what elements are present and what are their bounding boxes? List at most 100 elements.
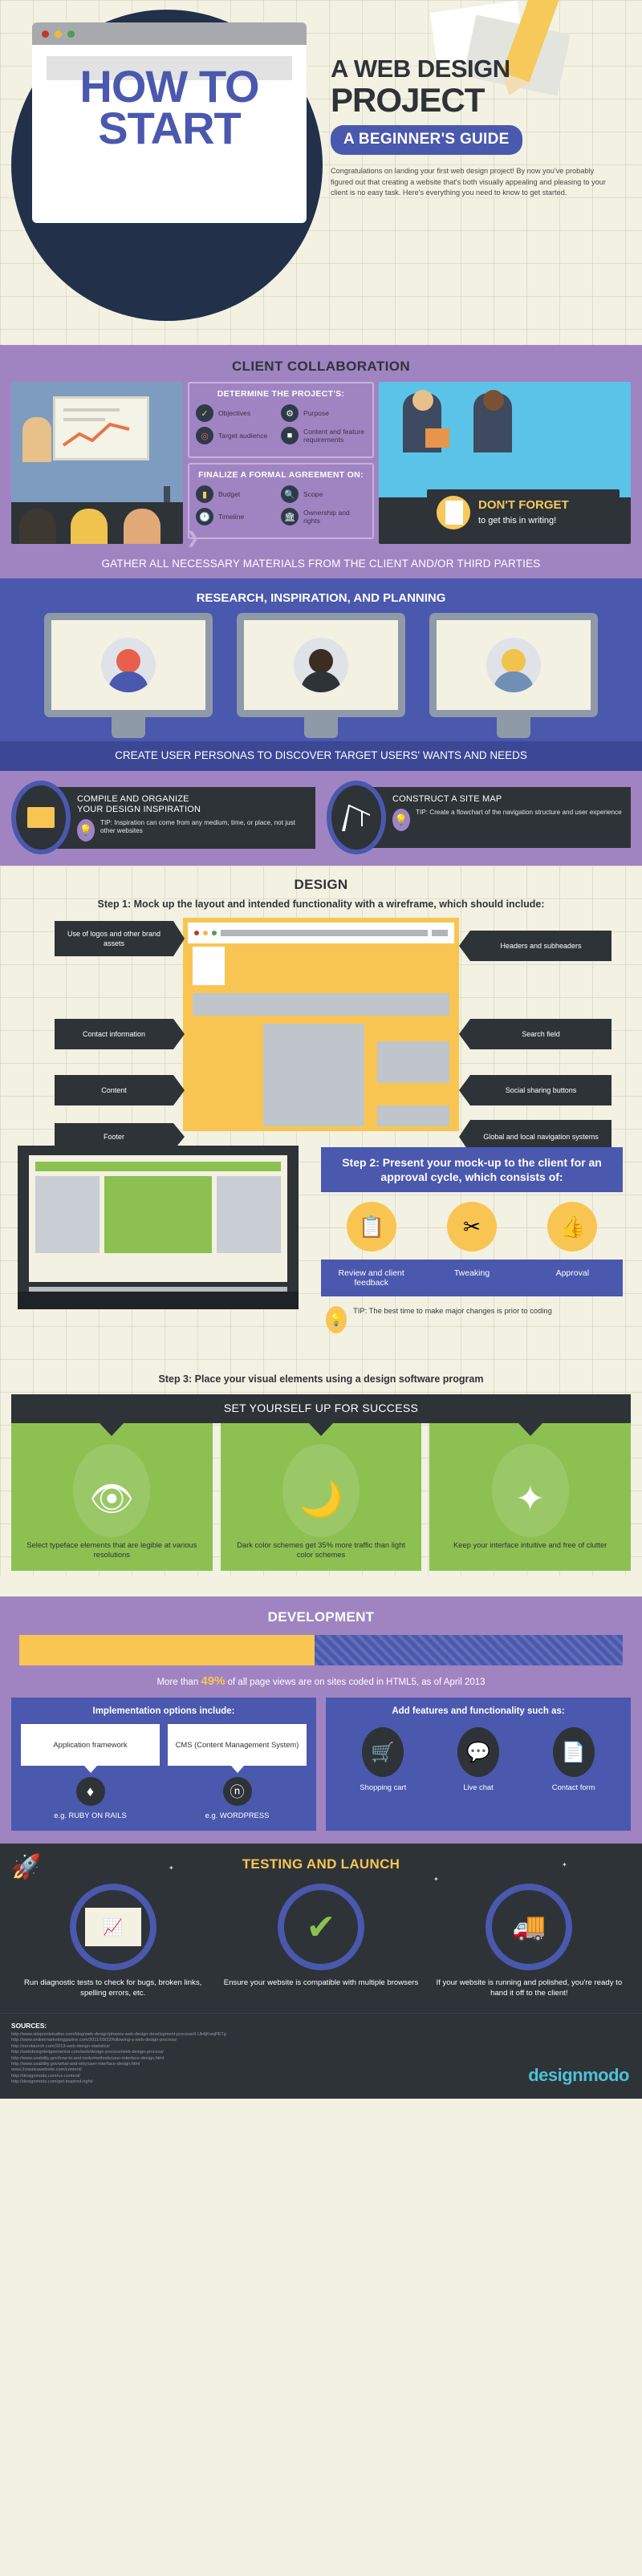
designmodo-logo[interactable]: designmodo: [528, 2065, 629, 2086]
gather-materials-bar: GATHER ALL NECESSARY MATERIALS FROM THE …: [0, 550, 642, 578]
rocket-icon: 🚀: [11, 1854, 42, 1880]
hero-subtitle-block: A WEB DESIGN PROJECT A BEGINNER'S GUIDE …: [331, 56, 631, 199]
check-circle-icon: ✔: [306, 1907, 336, 1947]
progress-remaining: [315, 1635, 623, 1665]
impl-bubble-text: Application framework: [21, 1724, 160, 1766]
finalize-box: FINALIZE A FORMAL AGREEMENT ON: ▮ Budget…: [188, 463, 374, 539]
lightbulb-icon: 💡: [392, 809, 410, 831]
wireframe-tag-right: Headers and subheaders: [459, 931, 612, 961]
browser-titlebar: [32, 22, 307, 45]
features-card: Add features and functionality such as: …: [326, 1698, 631, 1831]
scissors-icon: ✂: [446, 1202, 497, 1251]
eye-icon: 👁: [89, 1479, 135, 1519]
wordpress-icon: ⓝ: [222, 1777, 252, 1806]
approval-step: Tweaking: [421, 1260, 522, 1296]
research-section-title: RESEARCH, INSPIRATION, AND PLANNING: [196, 591, 446, 605]
wf-header-block: [230, 947, 449, 985]
feature-label: Contact form: [551, 1783, 595, 1791]
lightbulb-icon: 💡: [326, 1306, 347, 1333]
source-link[interactable]: http://zerolaunch.com/2013-web-design-st…: [11, 2044, 631, 2050]
inspiration-tip: TIP: Inspiration can come from any mediu…: [100, 818, 295, 835]
wireframe-tag-left: Use of logos and other brand assets: [55, 921, 185, 956]
inspiration-heading-line1: COMPILE AND ORGANIZE: [77, 793, 189, 804]
source-link[interactable]: http://www.sitepointstudios.com/blog/web…: [11, 2032, 631, 2038]
chart-screen-icon: 📈: [84, 1908, 141, 1946]
inspiration-heading-line2: YOUR DESIGN INSPIRATION: [77, 804, 201, 814]
approval-steps: Review and client feedback Tweaking Appr…: [321, 1260, 623, 1296]
sitemap-tip: TIP: Create a flowchart of the navigatio…: [416, 809, 622, 816]
feature-item: 📄 Contact form: [526, 1727, 620, 1791]
section-client-collaboration: CLIENT COLLABORATION DETERMINE THE PROJE…: [0, 345, 642, 578]
success-title: SET YOURSELF UP FOR SUCCESS: [11, 1394, 631, 1423]
magnifier-icon: 🔍: [281, 485, 299, 503]
stat-suffix: of all page views are on sites coded in …: [225, 1677, 486, 1687]
client-section-title: CLIENT COLLABORATION: [231, 359, 411, 374]
client-content-row: DETERMINE THE PROJECT'S: ✓ Objectives ⚙ …: [0, 382, 642, 550]
document-icon: ■: [281, 427, 299, 444]
source-link[interactable]: http://webdesignledgermentor.com/web/des…: [11, 2050, 631, 2055]
maximize-dot-icon: [67, 30, 75, 38]
feature-item: 🛒 Shopping cart: [336, 1727, 430, 1791]
delivery-truck-icon: 🚚: [512, 1912, 547, 1942]
testing-card-text: Run diagnostic tests to check for bugs, …: [24, 1978, 202, 1998]
section-testing: 🚀 ✦ ✦ ✦ ✦ TESTING AND LAUNCH 📈 Run diagn…: [0, 1844, 642, 2013]
gear-icon: ⚙: [281, 404, 299, 422]
determine-box: DETERMINE THE PROJECT'S: ✓ Objectives ⚙ …: [188, 382, 374, 458]
beginners-guide-badge: A BEGINNER'S GUIDE: [331, 125, 522, 155]
wf-content-block: [193, 1059, 255, 1126]
source-link[interactable]: http://www.onlinemarketinggazine.com/201…: [11, 2038, 631, 2043]
features-title: Add features and functionality such as:: [392, 1706, 565, 1716]
wireframe-tag-right: Social sharing buttons: [459, 1075, 612, 1105]
design-section-title: DESIGN: [294, 877, 348, 892]
avatar: [101, 638, 156, 692]
wf-nav-block: [193, 993, 449, 1016]
determine-item-label: Content and feature requirements: [303, 428, 364, 444]
finalize-item-label: Timeline: [218, 513, 245, 521]
sitemap-card: CONSTRUCT A SITE MAP 💡 TIP: Create a flo…: [327, 781, 631, 854]
wf-search-block: [377, 1024, 449, 1033]
feature-label: Shopping cart: [360, 1783, 407, 1791]
sparkle-icon: ✦: [515, 1479, 546, 1519]
client-checklists: DETERMINE THE PROJECT'S: ✓ Objectives ⚙ …: [186, 382, 374, 547]
step2-tip: TIP: The best time to make major changes…: [353, 1306, 552, 1315]
chat-check-icon: 💬: [457, 1727, 499, 1777]
inspiration-card: COMPILE AND ORGANIZE YOUR DESIGN INSPIRA…: [11, 781, 315, 854]
hero-title: HOW TO START: [35, 64, 303, 153]
briefcase-icon: [425, 428, 449, 448]
persona-monitor: [237, 613, 405, 738]
testing-card: 📈 Run diagnostic tests to check for bugs…: [13, 1884, 213, 1998]
progress-filled: [19, 1635, 315, 1665]
bank-icon: 🏛: [281, 508, 299, 525]
finalize-item: 🔍 Scope: [281, 485, 366, 503]
minimize-dot-icon: [55, 30, 62, 38]
whiteboard-icon: [53, 396, 149, 460]
success-card: 👁 Select typeface elements that are legi…: [11, 1423, 213, 1571]
finalize-item-label: Ownership and rights: [303, 509, 350, 525]
success-card-text: Dark color schemes get 35% more traffic …: [237, 1540, 405, 1559]
laptop-mockup: [18, 1146, 299, 1309]
section-design: DESIGN Step 1: Mock up the layout and in…: [0, 866, 642, 1576]
finalize-title: FINALIZE A FORMAL AGREEMENT ON:: [198, 470, 364, 480]
clock-icon: 🕐: [196, 508, 213, 525]
determine-item-label: Purpose: [303, 409, 330, 417]
step2-heading: Step 2: Present your mock-up to the clie…: [321, 1147, 623, 1192]
section-inspiration: COMPILE AND ORGANIZE YOUR DESIGN INSPIRA…: [0, 771, 642, 866]
implementation-option: Application framework ♦ e.g. RUBY ON RAI…: [21, 1724, 160, 1819]
hero-title-line2: START: [98, 103, 242, 153]
persona-monitor: [429, 613, 598, 738]
success-card-text: Select typeface elements that are legibl…: [26, 1540, 197, 1559]
finalize-item: 🏛 Ownership and rights: [281, 508, 366, 525]
shopping-cart-icon: 🛒: [362, 1727, 404, 1777]
wf-logo-block: [193, 947, 225, 985]
source-link[interactable]: http://www.usability.gov/how-to-and-tool…: [11, 2056, 631, 2062]
section-research: RESEARCH, INSPIRATION, AND PLANNING CREA…: [0, 578, 642, 771]
dont-forget-title: DON'T FORGET: [478, 498, 569, 512]
credit-card-icon: ▮: [196, 485, 213, 503]
moon-icon: 🌙: [299, 1479, 343, 1519]
design-step3: Step 3: Place your visual elements using…: [158, 1373, 484, 1385]
feature-item: 💬 Live chat: [431, 1727, 525, 1791]
testing-card-text: If your website is running and polished,…: [436, 1978, 623, 1998]
footer-sources: SOURCES: http://www.sitepointstudios.com…: [0, 2013, 642, 2099]
header: HOW TO START A WEB DESIGN PROJECT A BEGI…: [0, 0, 642, 345]
presenter-person-icon: [22, 417, 51, 462]
